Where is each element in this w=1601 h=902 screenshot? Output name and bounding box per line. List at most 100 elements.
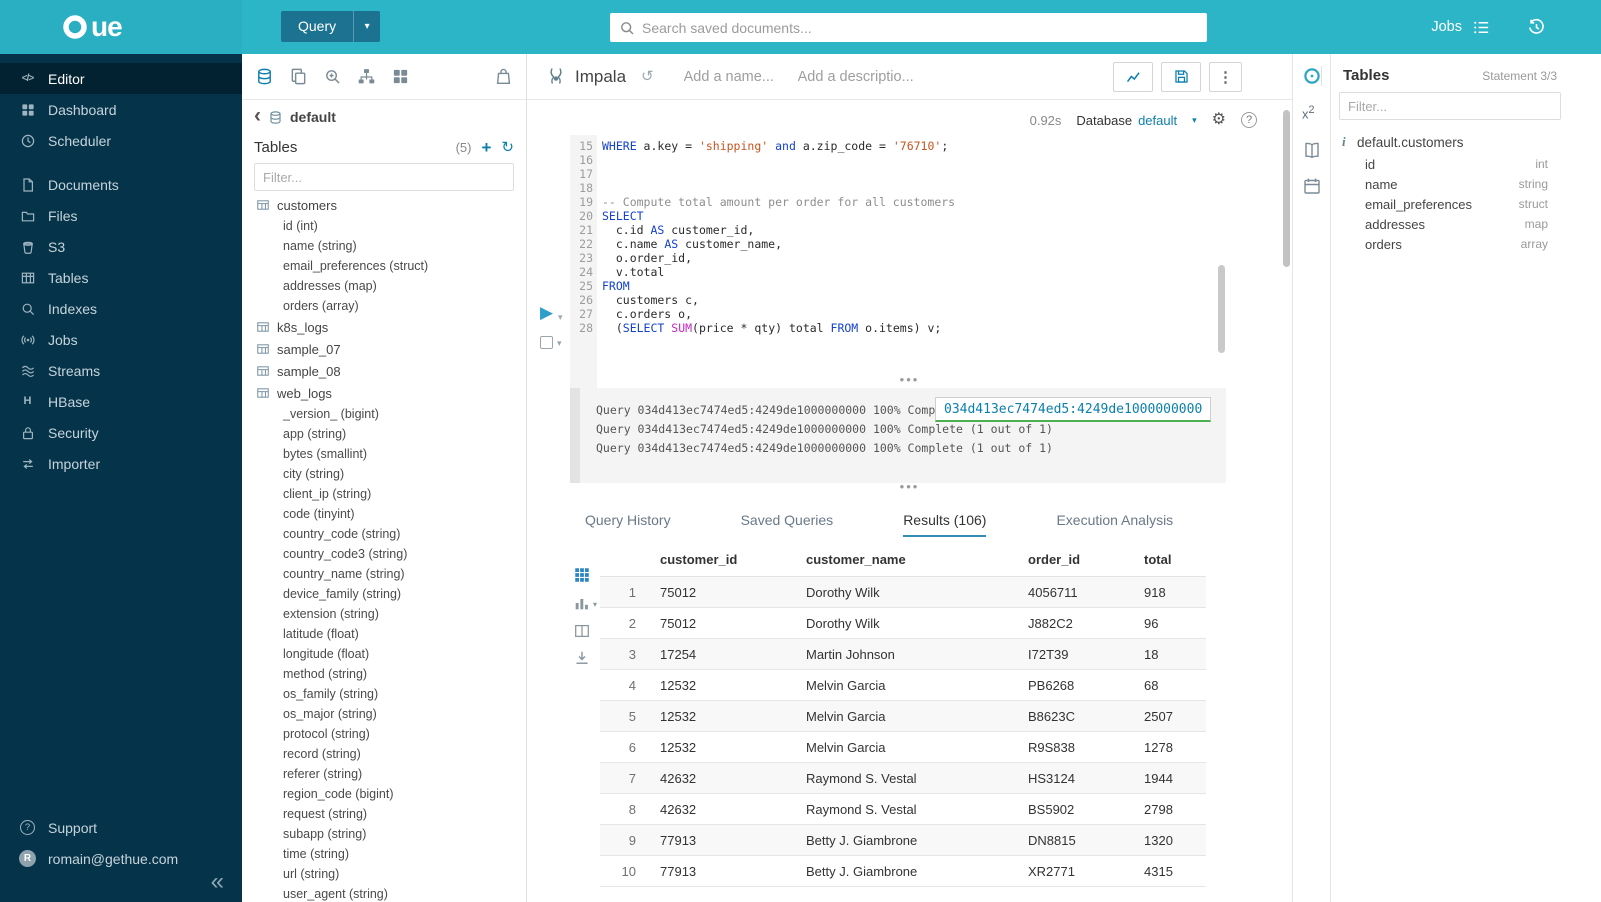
sidebar-item-user[interactable]: R romain@gethue.com [0,843,242,874]
sidebar-item-editor[interactable]: </>Editor [0,63,242,94]
right-column-email-preferences[interactable]: email_preferencesstruct [1331,194,1601,214]
assist-column[interactable]: country_code3 (string) [256,544,526,564]
assist-column[interactable]: name (string) [256,236,526,256]
sitemap-icon[interactable] [357,67,376,86]
right-column-id[interactable]: idint [1331,154,1601,174]
assist-column[interactable]: country_name (string) [256,564,526,584]
chart-button[interactable] [1113,62,1153,92]
assist-column[interactable]: referer (string) [256,764,526,784]
assist-column[interactable]: _version_ (bigint) [256,404,526,424]
assistant-icon[interactable] [1302,66,1322,86]
sidebar-item-scheduler[interactable]: Scheduler [0,125,242,156]
assist-column[interactable]: email_preferences (struct) [256,256,526,276]
right-column-name[interactable]: namestring [1331,174,1601,194]
functions-icon[interactable]: x2 [1302,104,1315,124]
assist-column[interactable]: subapp (string) [256,824,526,844]
assist-column[interactable]: user_agent (string) [256,884,526,902]
bag-icon[interactable] [494,67,513,86]
assist-table-k8s-logs[interactable]: k8s_logs [256,316,526,338]
assist-column[interactable]: extension (string) [256,604,526,624]
assist-column[interactable]: request (string) [256,804,526,824]
code-editor[interactable]: ▶ ▾ ▾ 1516171819202122232425262728 WHERE… [527,135,1292,388]
sidebar-item-support[interactable]: ? Support [0,812,242,843]
main-scrollbar[interactable] [1283,110,1290,267]
documents-source-icon[interactable] [289,67,308,86]
sidebar-item-importer[interactable]: Importer [0,448,242,479]
assist-column[interactable]: record (string) [256,744,526,764]
download-icon[interactable] [573,649,591,667]
refresh-icon[interactable]: ↻ [501,140,514,155]
grid-view-icon[interactable] [573,566,591,584]
results-col-total[interactable]: total [1142,542,1206,577]
sidebar-item-s3[interactable]: S3 [0,231,242,262]
zoom-in-icon[interactable] [323,67,342,86]
sidebar-item-indexes[interactable]: Indexes [0,293,242,324]
resize-handle-bottom[interactable]: ••• [527,483,1292,493]
assist-table-web-logs[interactable]: web_logs [256,382,526,404]
snippet-settings-icon[interactable] [540,336,553,349]
jobs-icon[interactable] [1472,18,1491,37]
assist-column[interactable]: orders (array) [256,296,526,316]
tab-saved-queries[interactable]: Saved Queries [741,512,834,537]
results-col-customer-id[interactable]: customer_id [658,542,804,577]
chart-view-icon[interactable] [573,594,591,612]
columns-view-icon[interactable] [573,622,591,640]
sidebar-item-documents[interactable]: Documents [0,169,242,200]
more-options-button[interactable]: ⋮ [1209,62,1242,92]
editor-code[interactable]: WHERE a.key = 'shipping' and a.zip_code … [597,135,1292,388]
database-selector[interactable]: default [1138,113,1177,128]
breadcrumb-database-name[interactable]: default [290,109,336,125]
active-table-row[interactable]: i default.customers [1331,130,1601,154]
undo-icon[interactable]: ↺ [641,69,654,84]
execute-options-caret[interactable]: ▾ [558,312,563,323]
execute-button[interactable]: ▶ [540,304,553,321]
add-table-icon[interactable]: + [481,139,491,156]
schedule-icon[interactable] [1302,176,1322,196]
results-col-order-id[interactable]: order_id [1026,542,1142,577]
resize-handle-top[interactable]: ••• [527,376,1292,386]
query-history-icon[interactable] [1527,18,1546,37]
jobs-link[interactable]: Jobs [1431,19,1462,35]
hue-logo[interactable]: ue [0,0,242,54]
sidebar-item-streams[interactable]: Streams [0,355,242,386]
sidebar-item-hbase[interactable]: HHBase [0,386,242,417]
right-filter-input[interactable] [1339,92,1561,120]
assist-column[interactable]: method (string) [256,664,526,684]
assist-column[interactable]: device_family (string) [256,584,526,604]
sidebar-item-tables[interactable]: Tables [0,262,242,293]
assist-column[interactable]: country_code (string) [256,524,526,544]
sidebar-item-files[interactable]: Files [0,200,242,231]
chevron-down-icon[interactable]: ▾ [1192,115,1197,126]
query-description-input[interactable] [798,69,938,85]
assist-column[interactable]: url (string) [256,864,526,884]
query-id-tooltip[interactable]: 034d413ec7474ed5:4249de1000000000 [935,397,1211,422]
right-column-addresses[interactable]: addressesmap [1331,214,1601,234]
tab-results-106[interactable]: Results (106) [903,512,986,537]
assist-column[interactable]: city (string) [256,464,526,484]
assist-column[interactable]: id (int) [256,216,526,236]
assist-column[interactable]: longitude (float) [256,644,526,664]
editor-scrollbar[interactable] [1218,265,1225,353]
assist-table-customers[interactable]: customers [256,194,526,216]
tab-execution-analysis[interactable]: Execution Analysis [1056,512,1173,537]
assist-column[interactable]: client_ip (string) [256,484,526,504]
back-chevron-icon[interactable]: ‹ [254,105,261,126]
search-input[interactable] [642,20,1198,36]
query-button[interactable]: Query ▾ [281,11,380,42]
sql-source-icon[interactable] [255,67,274,86]
save-button[interactable] [1161,62,1201,92]
assist-column[interactable]: app (string) [256,424,526,444]
apps-grid-icon[interactable] [391,67,410,86]
sidebar-item-security[interactable]: Security [0,417,242,448]
assist-column[interactable]: code (tinyint) [256,504,526,524]
sidebar-item-dashboard[interactable]: Dashboard [0,94,242,125]
assist-filter-input[interactable] [254,163,514,191]
tab-query-history[interactable]: Query History [585,512,671,537]
assist-column[interactable]: os_major (string) [256,704,526,724]
assist-column[interactable]: os_family (string) [256,684,526,704]
assist-column[interactable]: region_code (bigint) [256,784,526,804]
sidebar-item-jobs[interactable]: Jobs [0,324,242,355]
query-name-input[interactable] [684,69,784,85]
assist-column[interactable]: bytes (smallint) [256,444,526,464]
assist-column[interactable]: latitude (float) [256,624,526,644]
